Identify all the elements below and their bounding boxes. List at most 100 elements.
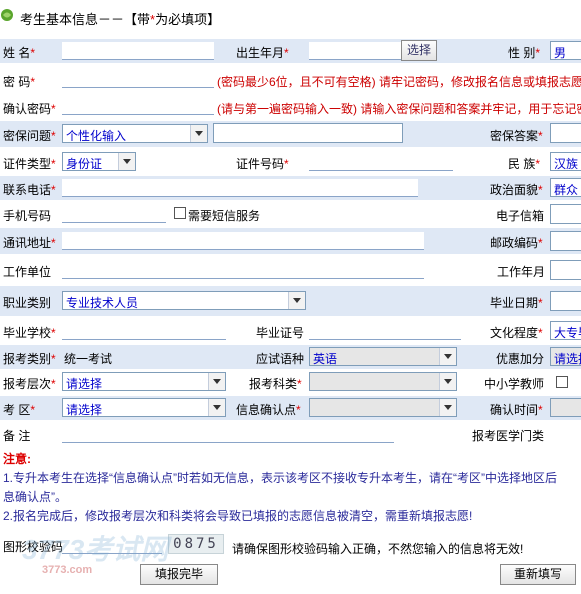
row-exam-type: 报考类别* 统一考试 应试语种 英语 优惠加分 请选择 [0,345,581,369]
medical-label: 报考医学门类 [472,429,545,443]
confirm-password-hint: (请与第一遍密码输入一致) 请输入密保问题和答案并牢记，用于忘记密 [217,102,581,116]
phone-input[interactable] [62,179,418,197]
notes-title: 注意: [3,452,31,466]
occupation-label: 职业类别 [3,296,52,310]
district-label: 考 区* [3,403,36,417]
confirm-point-label: 信息确认点* [236,403,301,417]
row-password: 密 码* (密码最少6位，且不可有空格) 请牢记密码，修改报名信息或填报志愿 [0,66,581,92]
remarks-input[interactable] [62,425,394,443]
row-occupation: 职业类别 专业技术人员 毕业日期* [0,286,581,316]
name-label: 姓 名* [3,46,36,60]
grad-cert-label: 毕业证号 [256,326,305,340]
postcode-input[interactable] [550,231,581,251]
title-text: 考生基本信息－－【带 [20,12,151,27]
reset-button[interactable]: 重新填写 [500,564,576,585]
row-security: 密保问题* 个性化输入 密保答案* [0,121,581,147]
security-question-custom-input[interactable] [213,123,403,143]
subject-select[interactable] [309,372,457,391]
education-select[interactable]: 大专毕 [550,321,581,340]
phone-label: 联系电话* [3,183,56,197]
bonus-label: 优惠加分 [496,352,545,366]
row-graduation: 毕业学校* 毕业证号 文化程度* 大专毕 [0,318,581,344]
chevron-down-icon [439,399,456,416]
level-select[interactable]: 请选择 [62,372,226,391]
security-question-label: 密保问题* [3,129,56,143]
id-number-input[interactable] [309,153,453,171]
chevron-down-icon [439,348,456,365]
teacher-label: 中小学教师 [484,377,545,391]
grad-cert-input[interactable] [309,322,461,340]
work-year-input[interactable] [550,260,581,280]
postcode-label: 邮政编码* [490,236,543,250]
row-district: 考 区* 请选择 信息确认点* 确认时间* [0,396,581,420]
confirm-point-select[interactable] [309,398,457,417]
notes-section: 注意: 1.专升本考生在选择“信息确认点”时若如无信息，表示该考区不接收专升本考… [3,450,581,526]
captcha-image[interactable]: 0875 [168,534,224,554]
sms-label: 需要短信服务 [188,209,261,223]
language-select[interactable]: 英语 [309,347,457,366]
password-label: 密 码* [3,75,36,89]
captcha-hint: 请确保图形校验码输入正确，不然您输入的信息将无效! [232,542,524,556]
chevron-down-icon [208,373,225,390]
password-hint: (密码最少6位，且不可有空格) 请牢记密码，修改报名信息或填报志愿 [217,75,581,89]
grad-school-label: 毕业学校* [3,326,56,340]
ethnicity-label: 民 族* [508,157,541,171]
political-select[interactable]: 群众 [550,178,581,197]
password-input[interactable] [62,70,214,88]
grad-date-label: 毕业日期* [490,296,543,310]
exam-type-label: 报考类别* [3,352,56,366]
gender-label: 性 别* [508,46,541,60]
grad-date-input[interactable] [550,291,581,311]
chevron-down-icon [190,125,207,142]
bonus-select[interactable]: 请选择 [550,347,581,366]
political-label: 政治面貌* [490,183,543,197]
note-1-continued: 息确认点”。 [3,490,67,504]
confirm-password-input[interactable] [62,97,214,115]
gender-select[interactable]: 男 [550,41,581,60]
row-id: 证件类型* 身份证 证件号码* 民 族* 汉族 [0,149,581,175]
id-type-select[interactable]: 身份证 [62,152,136,171]
chevron-down-icon [208,399,225,416]
submit-button[interactable]: 填报完毕 [140,564,218,585]
id-type-label: 证件类型* [3,157,56,171]
language-label: 应试语种 [256,352,305,366]
district-select[interactable]: 请选择 [62,398,226,417]
birth-select-button[interactable]: 选择 [401,40,437,61]
chevron-down-icon [288,292,305,309]
chevron-down-icon [118,153,135,170]
work-year-label: 工作年月 [497,265,546,279]
note-2: 2.报名完成后，修改报考层次和科类将会导致已填报的志愿信息被清空，需重新填报志愿… [3,509,473,523]
exam-type-value: 统一考试 [64,352,113,366]
address-label: 通讯地址* [3,236,56,250]
watermark-url: 3773.com [42,564,93,576]
row-remarks: 备 注 报考医学门类 [0,422,581,446]
mobile-input[interactable] [62,205,166,223]
title-suffix: 为必填项】 [155,12,221,27]
birth-input[interactable] [309,42,401,60]
security-answer-input[interactable] [550,123,581,143]
row-address: 通讯地址* 邮政编码* [0,228,581,254]
remarks-label: 备 注 [3,429,31,443]
security-question-select[interactable]: 个性化输入 [62,124,208,143]
grad-school-input[interactable] [62,322,226,340]
occupation-select[interactable]: 专业技术人员 [62,291,306,310]
ethnicity-select[interactable]: 汉族 [550,152,581,171]
logo-icon [0,8,14,22]
page-title: 考生基本信息－－【带*为必填项】 [20,9,220,28]
row-phone: 联系电话* 政治面貌* 群众 [0,176,581,200]
employer-label: 工作单位 [3,265,52,279]
row-employer: 工作单位 工作年月 [0,256,581,284]
education-label: 文化程度* [490,326,543,340]
watermark-logo: 3773考试网 [22,534,169,565]
row-mobile: 手机号码 需要短信服务 电子信箱 [0,202,581,226]
address-input[interactable] [62,232,424,250]
row-confirm-password: 确认密码* (请与第一遍密码输入一致) 请输入密保问题和答案并牢记，用于忘记密 [0,93,581,119]
confirm-time-select[interactable] [550,398,581,417]
employer-input[interactable] [62,261,424,279]
birth-label: 出生年月* [236,46,289,60]
name-input[interactable] [62,42,214,60]
teacher-checkbox[interactable] [556,376,568,388]
note-1: 1.专升本考生在选择“信息确认点”时若如无信息，表示该考区不接收专升本考生，请在… [3,471,557,485]
email-input[interactable] [550,204,581,224]
sms-checkbox[interactable] [174,207,186,219]
